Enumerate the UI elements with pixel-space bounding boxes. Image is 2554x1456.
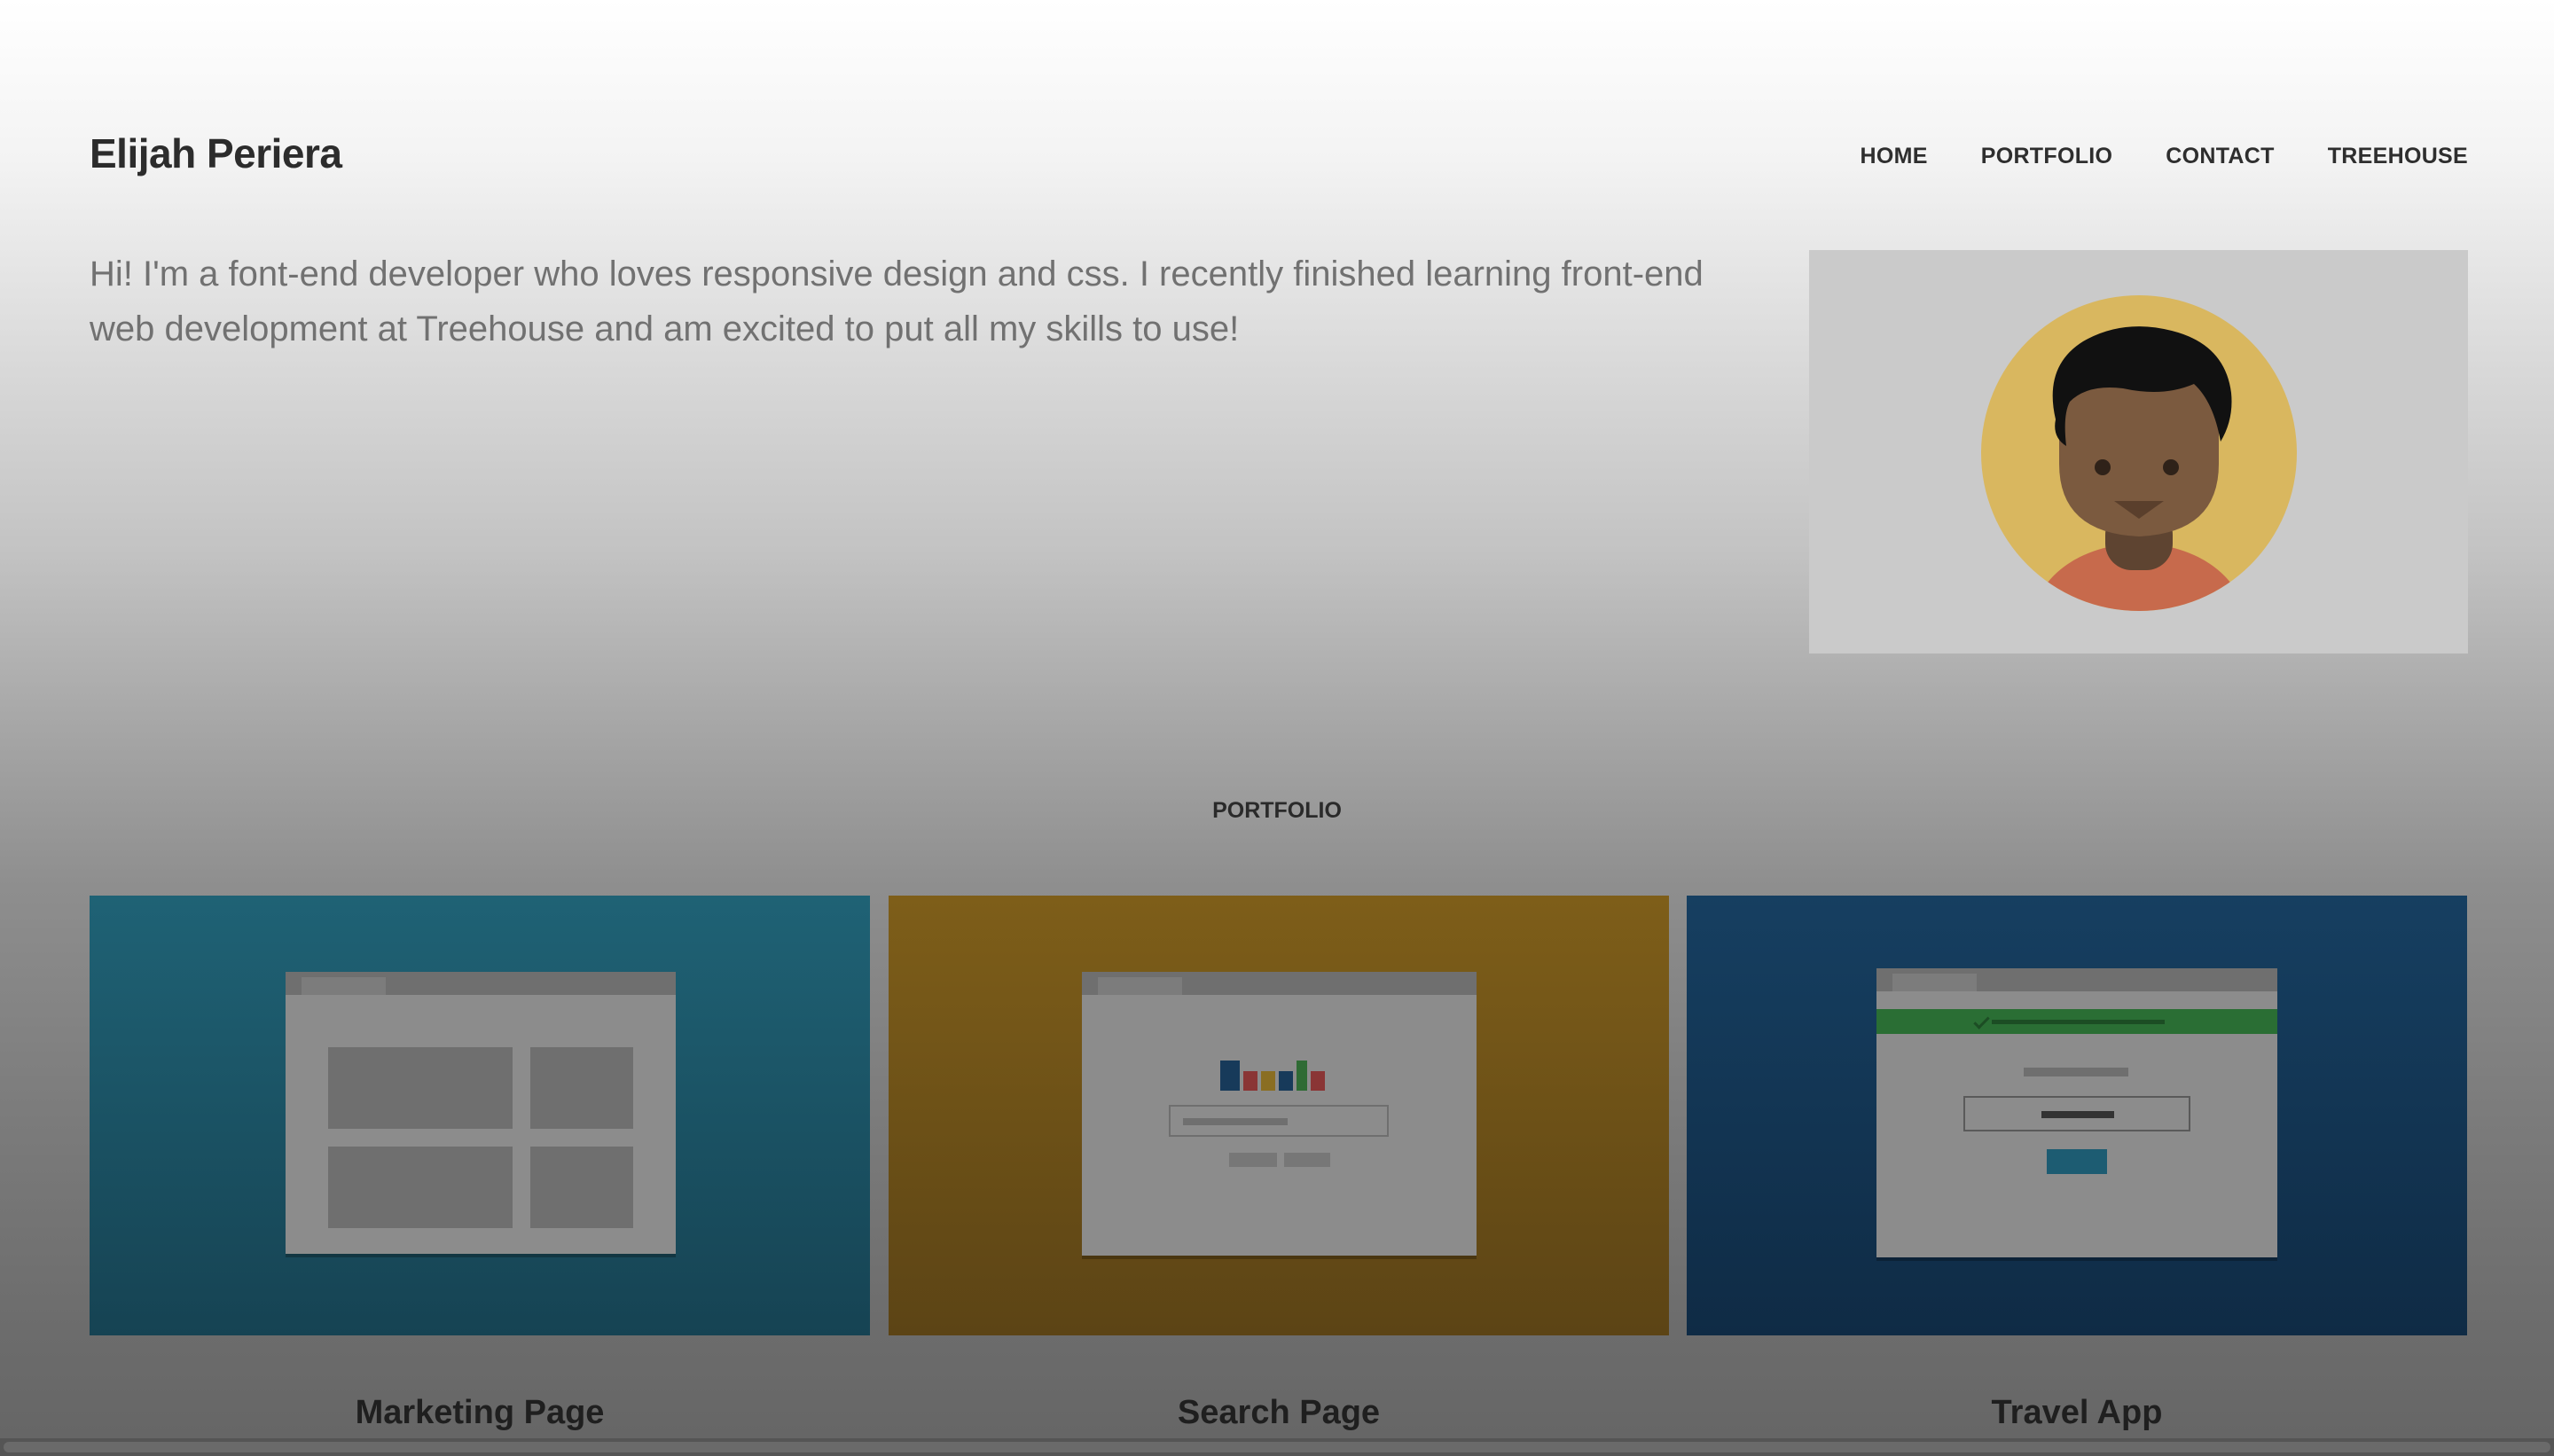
project-card-marketing[interactable]: [90, 896, 870, 1335]
input-text: [2041, 1111, 2114, 1118]
submit-button: [2047, 1149, 2107, 1174]
project-title-marketing[interactable]: Marketing Page: [90, 1394, 870, 1432]
site-header: Elijah Periera HOME PORTFOLIO CONTACT TR…: [90, 122, 2468, 184]
banner-text: [1992, 1020, 2165, 1024]
logo-bar: [1297, 1061, 1307, 1091]
site-title[interactable]: Elijah Periera: [90, 129, 342, 177]
logo-bar: [1220, 1061, 1240, 1091]
content-block: [530, 1047, 633, 1129]
logo-bar: [1279, 1071, 1293, 1091]
developer-avatar-icon: [1981, 295, 2297, 611]
nav-link-contact[interactable]: CONTACT: [2166, 144, 2274, 169]
logo-bar: [1243, 1071, 1257, 1091]
nav-link-home[interactable]: HOME: [1861, 144, 1928, 169]
nav-link-portfolio[interactable]: PORTFOLIO: [1981, 144, 2113, 169]
project-title-search[interactable]: Search Page: [889, 1394, 1669, 1432]
content-block: [530, 1147, 633, 1228]
search-text: [1183, 1118, 1288, 1125]
avatar-panel: [1809, 250, 2468, 654]
portfolio-section-title: PORTFOLIO: [1212, 798, 1342, 823]
logo-bar: [1311, 1071, 1325, 1091]
label-placeholder: [2024, 1068, 2128, 1076]
scrollbar-thumb[interactable]: [4, 1442, 2550, 1452]
content-block: [328, 1147, 513, 1228]
intro-text: Hi! I'm a font-end developer who loves r…: [90, 254, 1704, 348]
travel-app-thumbnail: [1876, 968, 2277, 1257]
button-placeholder: [1284, 1153, 1330, 1167]
project-card-travel[interactable]: [1687, 896, 2467, 1335]
content-block: [328, 1047, 513, 1129]
nav-link-treehouse[interactable]: TREEHOUSE: [2328, 144, 2468, 169]
logo-bar: [1261, 1071, 1275, 1091]
browser-tab: [1892, 974, 1977, 991]
button-placeholder: [1229, 1153, 1277, 1167]
main-nav: HOME PORTFOLIO CONTACT TREEHOUSE: [1861, 144, 2468, 169]
browser-tab: [302, 977, 386, 995]
browser-tab: [1098, 977, 1182, 995]
search-page-thumbnail: [1082, 972, 1477, 1256]
project-card-search[interactable]: [889, 896, 1669, 1335]
project-title-travel[interactable]: Travel App: [1687, 1394, 2467, 1432]
marketing-page-thumbnail: [286, 972, 676, 1254]
horizontal-scrollbar[interactable]: [0, 1438, 2554, 1456]
